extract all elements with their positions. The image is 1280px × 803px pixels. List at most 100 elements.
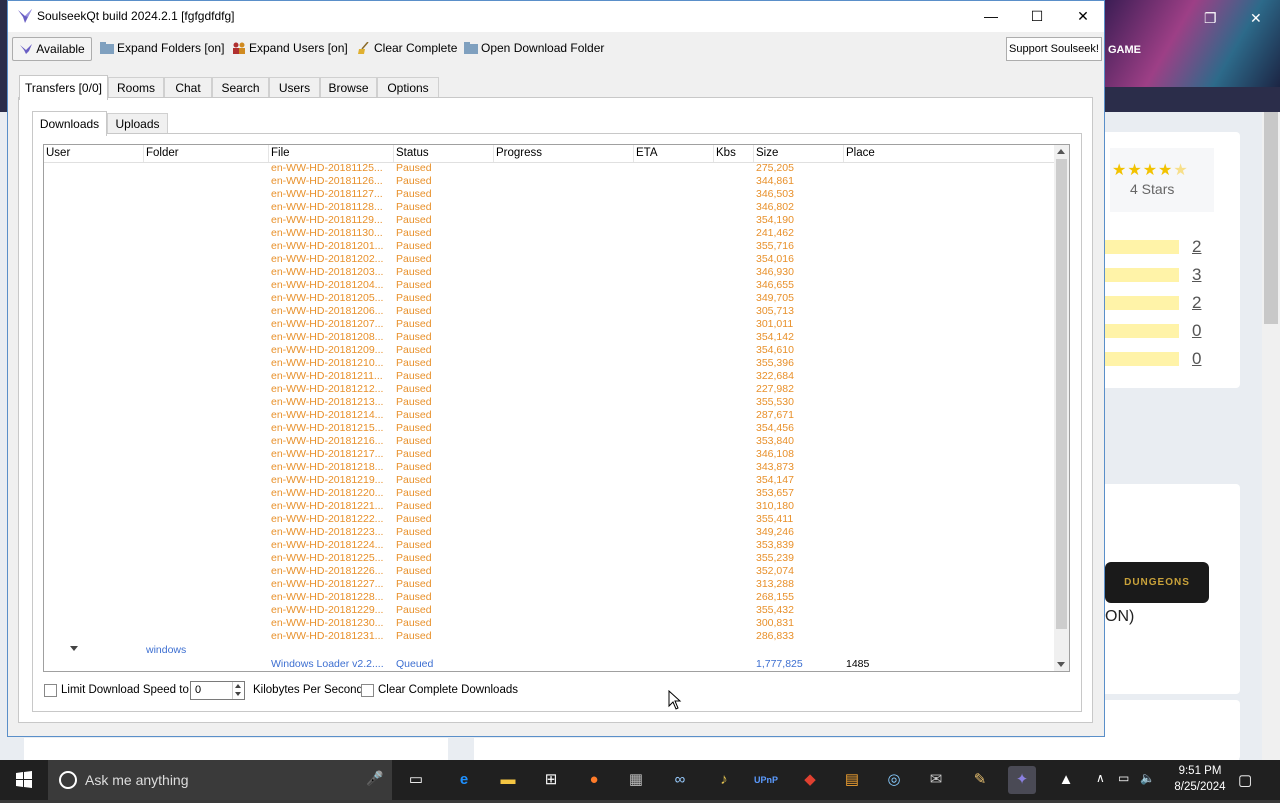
app-icon[interactable]: ✉ [922, 766, 950, 794]
tab-options[interactable]: Options [377, 77, 439, 98]
tab-browse[interactable]: Browse [320, 77, 377, 98]
table-row[interactable]: en-WW-HD-20181224... Paused 353,839 [44, 539, 1054, 552]
table-row[interactable]: en-WW-HD-20181230... Paused 300,831 [44, 617, 1054, 630]
spin-down-arrow-icon[interactable] [235, 692, 241, 696]
table-row[interactable]: en-WW-HD-20181215... Paused 354,456 [44, 422, 1054, 435]
scroll-up-arrow-icon[interactable] [1057, 149, 1065, 154]
app-grid-icon[interactable]: ▦ [622, 766, 650, 794]
table-row[interactable]: en-WW-HD-20181210... Paused 355,396 [44, 357, 1054, 370]
column-header-place[interactable]: Place [844, 145, 1054, 162]
microphone-icon[interactable]: 🎤 [366, 770, 383, 787]
table-row[interactable]: en-WW-HD-20181220... Paused 353,657 [44, 487, 1054, 500]
table-row[interactable]: en-WW-HD-20181222... Paused 355,411 [44, 513, 1054, 526]
column-header-user[interactable]: User [44, 145, 144, 162]
rating-count-link[interactable]: 0 [1192, 349, 1201, 369]
volume-icon[interactable]: 🔈 [1140, 771, 1155, 785]
app-icon[interactable]: ♪ [710, 766, 738, 794]
app-icon[interactable]: ◎ [880, 766, 908, 794]
background-scrollbar-thumb[interactable] [1264, 112, 1278, 324]
spin-up-arrow-icon[interactable] [235, 684, 241, 688]
notifications-icon[interactable]: ▢ [1238, 771, 1252, 789]
column-header-progress[interactable]: Progress [494, 145, 634, 162]
table-row[interactable]: en-WW-HD-20181205... Paused 349,705 [44, 292, 1054, 305]
minimize-button[interactable]: — [968, 1, 1014, 32]
table-row[interactable]: en-WW-HD-20181211... Paused 322,684 [44, 370, 1054, 383]
table-row[interactable]: Windows Loader v2.2.... Queued 1,777,825 14… [44, 658, 1054, 671]
open-download-folder-button[interactable]: Open Download Folder [464, 37, 604, 59]
file-explorer-icon[interactable]: ▬ [494, 766, 522, 794]
task-view-icon[interactable]: ▭ [402, 766, 430, 794]
table-row[interactable]: en-WW-HD-20181130... Paused 241,462 [44, 227, 1054, 240]
app-icon[interactable]: ▤ [838, 766, 866, 794]
app-icon[interactable]: ◆ [796, 766, 824, 794]
table-row[interactable]: en-WW-HD-20181213... Paused 355,530 [44, 396, 1054, 409]
table-row[interactable]: en-WW-HD-20181204... Paused 346,655 [44, 279, 1054, 292]
table-row[interactable]: en-WW-HD-20181223... Paused 349,246 [44, 526, 1054, 539]
table-row[interactable]: en-WW-HD-20181127... Paused 346,503 [44, 188, 1054, 201]
table-row[interactable]: en-WW-HD-20181227... Paused 313,288 [44, 578, 1054, 591]
firefox-icon[interactable]: ● [580, 766, 608, 794]
rating-count-link[interactable]: 0 [1192, 321, 1201, 341]
table-row[interactable]: en-WW-HD-20181129... Paused 354,190 [44, 214, 1054, 227]
title-bar[interactable]: SoulseekQt build 2024.2.1 [fgfgdfdfg] — … [8, 1, 1104, 32]
tab-downloads[interactable]: Downloads [32, 111, 107, 136]
tab-search[interactable]: Search [212, 77, 269, 98]
tray-chevron-icon[interactable]: ∧ [1096, 771, 1105, 785]
scroll-down-arrow-icon[interactable] [1057, 662, 1065, 667]
table-row[interactable]: en-WW-HD-20181202... Paused 354,016 [44, 253, 1054, 266]
photos-app-icon[interactable]: ▲ [1052, 766, 1080, 794]
expand-folders-button[interactable]: Expand Folders [on] [100, 37, 224, 59]
collapse-arrow-icon[interactable] [70, 646, 78, 651]
upnp-app-icon[interactable]: UPnP [752, 766, 780, 794]
clear-complete-downloads-checkbox[interactable] [361, 684, 374, 697]
table-row[interactable]: en-WW-HD-20181219... Paused 354,147 [44, 474, 1054, 487]
table-row[interactable]: en-WW-HD-20181125... Paused 275,205 [44, 162, 1054, 175]
tab-uploads[interactable]: Uploads [107, 113, 168, 134]
tab-transfers[interactable]: Transfers [0/0] [19, 75, 108, 100]
table-row[interactable]: en-WW-HD-20181214... Paused 287,671 [44, 409, 1054, 422]
table-row[interactable]: en-WW-HD-20181206... Paused 305,713 [44, 305, 1054, 318]
rating-count-link[interactable]: 2 [1192, 237, 1201, 257]
tab-users[interactable]: Users [269, 77, 320, 98]
table-row[interactable]: en-WW-HD-20181225... Paused 355,239 [44, 552, 1054, 565]
table-row[interactable]: en-WW-HD-20181208... Paused 354,142 [44, 331, 1054, 344]
scrollbar-thumb[interactable] [1056, 159, 1067, 629]
store-icon[interactable]: ⊞ [537, 766, 565, 794]
table-row[interactable]: en-WW-HD-20181126... Paused 344,861 [44, 175, 1054, 188]
glasses-app-icon[interactable]: ∞ [666, 766, 694, 794]
table-row[interactable]: en-WW-HD-20181216... Paused 353,840 [44, 435, 1054, 448]
column-header-file[interactable]: File [269, 145, 394, 162]
taskbar-search-box[interactable]: Ask me anything 🎤 [48, 760, 392, 800]
column-header-folder[interactable]: Folder [144, 145, 269, 162]
limit-speed-checkbox[interactable] [44, 684, 57, 697]
clear-complete-button[interactable]: Clear Complete [357, 37, 457, 59]
folder-row[interactable]: windows [44, 644, 1054, 657]
start-button[interactable] [0, 760, 48, 800]
table-row[interactable]: en-WW-HD-20181221... Paused 310,180 [44, 500, 1054, 513]
table-row[interactable]: en-WW-HD-20181229... Paused 355,432 [44, 604, 1054, 617]
expand-users-button[interactable]: Expand Users [on] [232, 37, 348, 59]
soulseek-taskbar-icon[interactable]: ✦ [1008, 766, 1036, 794]
table-row[interactable]: en-WW-HD-20181207... Paused 301,011 [44, 318, 1054, 331]
table-row[interactable]: en-WW-HD-20181128... Paused 346,802 [44, 201, 1054, 214]
table-row[interactable]: en-WW-HD-20181231... Paused 286,833 [44, 630, 1054, 643]
table-row[interactable]: en-WW-HD-20181201... Paused 355,716 [44, 240, 1054, 253]
support-soulseek-button[interactable]: Support Soulseek! [1006, 37, 1102, 61]
app-icon[interactable]: ✎ [966, 766, 994, 794]
tab-chat[interactable]: Chat [164, 77, 212, 98]
spinbox-buttons[interactable] [232, 682, 244, 699]
rating-count-link[interactable]: 2 [1192, 293, 1201, 313]
edge-browser-icon[interactable]: e [450, 766, 478, 794]
table-row[interactable]: en-WW-HD-20181228... Paused 268,155 [44, 591, 1054, 604]
column-header-kbs[interactable]: Kbs [714, 145, 754, 162]
available-button[interactable]: Available [12, 37, 92, 61]
table-scrollbar[interactable] [1054, 145, 1069, 671]
maximize-button[interactable]: ☐ [1014, 1, 1060, 32]
table-row[interactable]: en-WW-HD-20181217... Paused 346,108 [44, 448, 1054, 461]
speed-limit-spinbox[interactable]: 0 [190, 681, 245, 700]
rating-count-link[interactable]: 3 [1192, 265, 1201, 285]
column-header-eta[interactable]: ETA [634, 145, 714, 162]
column-header-status[interactable]: Status [394, 145, 494, 162]
table-row[interactable]: en-WW-HD-20181209... Paused 354,610 [44, 344, 1054, 357]
network-icon[interactable]: ▭ [1118, 771, 1129, 785]
